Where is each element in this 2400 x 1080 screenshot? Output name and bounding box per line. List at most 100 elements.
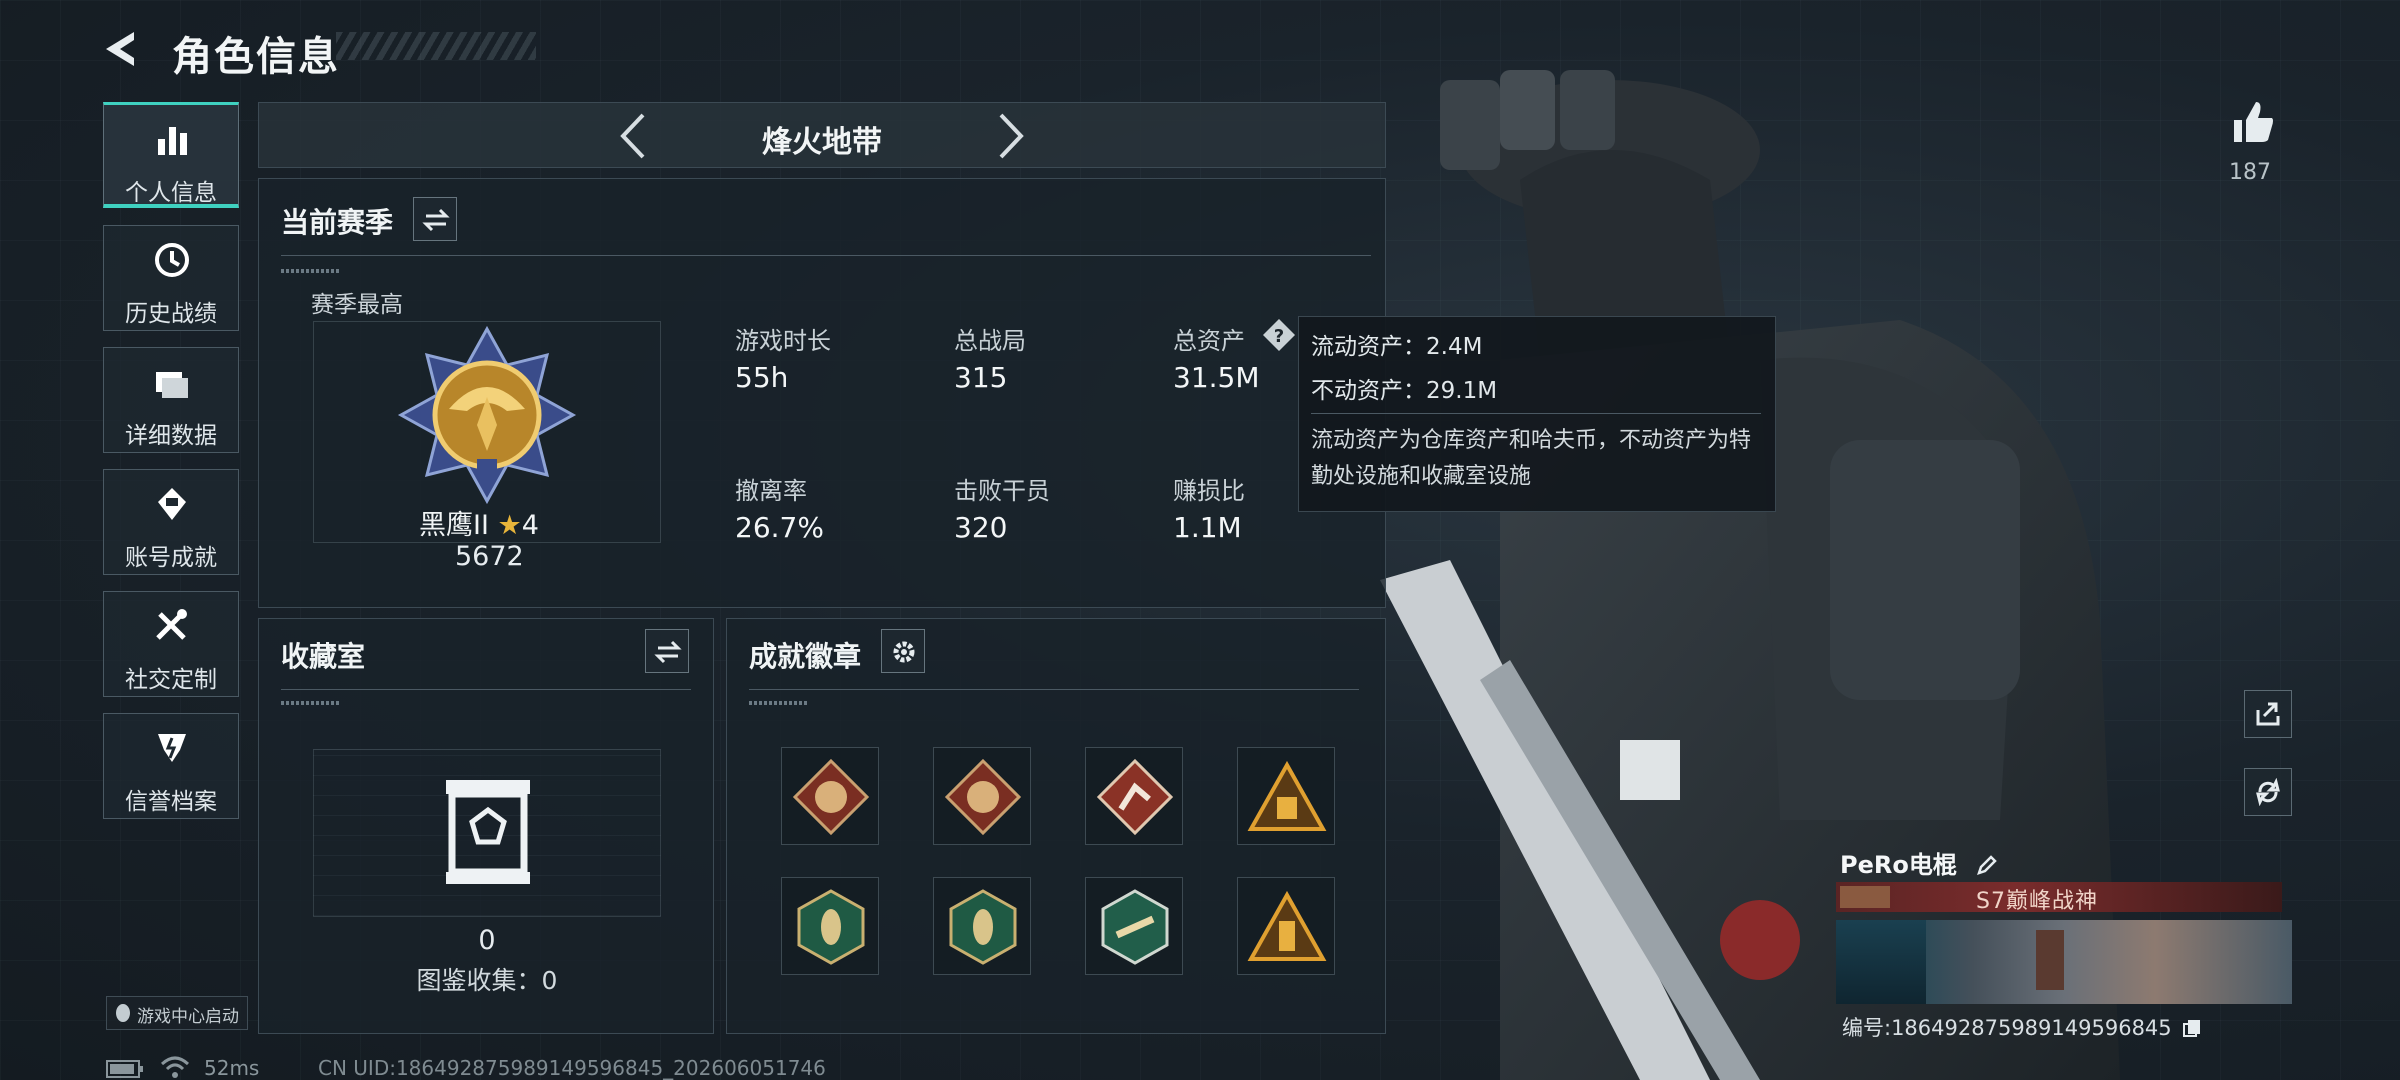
collection-heading: 收藏室 — [281, 640, 366, 673]
collection-display[interactable] — [313, 749, 661, 917]
collection-switch-button[interactable] — [645, 629, 689, 673]
share-icon — [2256, 702, 2280, 726]
season-best-label: 赛季最高 — [311, 292, 403, 318]
sidebar-item-label: 详细数据 — [125, 423, 217, 449]
back-arrow-icon[interactable] — [100, 28, 142, 70]
share-button[interactable] — [2244, 690, 2292, 738]
decor-mark — [281, 269, 341, 273]
refresh-icon — [2256, 778, 2280, 806]
rank-stars: 4 — [521, 510, 539, 541]
network-ping: 52ms — [204, 1056, 260, 1080]
sidebar-item-personal-info[interactable]: 个人信息 — [103, 102, 239, 208]
player-id: 编号:18649287598914959684​5 — [1842, 1012, 2202, 1042]
battery-icon — [106, 1060, 143, 1078]
stat-label-kills: 击败干员 — [954, 477, 1050, 505]
stat-value-total-assets: 31.5M — [1173, 361, 1260, 394]
edit-pencil-icon[interactable] — [1975, 853, 1999, 877]
tooltip-fixed-assets: 不动资产：29.1M — [1311, 378, 1498, 404]
sidebar-item-label: 账号成就 — [125, 545, 217, 571]
rank-name-text: 黑鹰II — [419, 510, 489, 541]
rank-emblem-icon — [397, 325, 577, 505]
copy-icon[interactable] — [2182, 1018, 2202, 1038]
badge-runner-red[interactable] — [1085, 747, 1183, 845]
sidebar-item-detail-data[interactable]: 详细数据 — [103, 347, 239, 453]
stat-label-total-assets: 总资产 — [1173, 327, 1245, 355]
star-icon: ★ — [497, 510, 522, 541]
next-mode-arrow-icon[interactable] — [995, 111, 1027, 161]
help-question-icon[interactable]: ? — [1261, 317, 1297, 353]
collection-panel: 收藏室 0 图鉴收集：0 — [258, 618, 714, 1034]
stat-value-escape-rate: 26.7% — [735, 511, 824, 544]
season-switch-button[interactable] — [413, 197, 457, 241]
decor-mark — [749, 701, 809, 705]
badge-wasp-green[interactable] — [933, 877, 1031, 975]
divider — [1311, 413, 1761, 414]
game-center-launch-button[interactable]: 游戏中心启动 — [106, 996, 248, 1030]
wifi-icon — [160, 1056, 190, 1078]
stat-value-total-matches: 315 — [954, 361, 1008, 394]
refresh-button[interactable] — [2244, 768, 2292, 816]
uid-text: CN UID:18649287598914959684​5_2026060517… — [318, 1056, 826, 1080]
divider — [281, 689, 691, 690]
player-title: S7巅峰战神 — [1976, 889, 2098, 914]
achievement-icon — [158, 488, 186, 520]
card-figure — [2036, 930, 2064, 990]
bar-chart-icon — [158, 127, 187, 155]
sidebar-item-label: 信誉档案 — [125, 789, 217, 815]
divider — [749, 689, 1359, 690]
folder-icon — [156, 372, 188, 398]
player-card-image[interactable] — [1836, 920, 2292, 1004]
stat-value-profit-ratio: 1.1M — [1173, 511, 1242, 544]
player-title-banner: S7巅峰战神 — [1836, 882, 2282, 914]
achievements-settings-button[interactable] — [881, 629, 925, 673]
collection-count: 0 — [478, 925, 496, 956]
achievements-heading: 成就徽章 — [749, 640, 862, 673]
sidebar-item-account-achievements[interactable]: 账号成就 — [103, 469, 239, 575]
mode-title: 烽火地带 — [762, 125, 882, 160]
badge-dragon-red[interactable] — [781, 747, 879, 845]
history-clock-icon — [155, 243, 189, 277]
catalog-collection: 图鉴收集：0 — [416, 966, 558, 995]
swap-arrows-icon — [422, 208, 450, 232]
mode-switcher: 烽火地带 — [258, 102, 1386, 168]
title-decoration — [336, 32, 536, 60]
stat-label-total-matches: 总战局 — [954, 327, 1026, 355]
sidebar-item-label: 个人信息 — [125, 180, 217, 206]
badge-dragon-red[interactable] — [933, 747, 1031, 845]
stat-value-play-time: 55h — [735, 361, 789, 394]
badge-trophy-gold[interactable] — [1237, 747, 1335, 845]
decor-mark — [281, 701, 341, 705]
sidebar-item-social-custom[interactable]: 社交定制 — [103, 591, 239, 697]
sidebar-item-history[interactable]: 历史战绩 — [103, 225, 239, 331]
player-name-text: PeRo电棍 — [1840, 851, 1957, 879]
svg-text:?: ? — [1274, 326, 1284, 347]
assets-tooltip: 流动资产：2.4M 不动资产：29.1M 流动资产为仓库资产和哈夫币，不动资产为… — [1298, 316, 1776, 512]
season-panel: 当前赛季 赛季最高 黑鹰II ★4 5672 游戏时长 55h 总战局 315 … — [258, 178, 1386, 608]
stat-label-play-time: 游戏时长 — [735, 327, 831, 355]
rank-score: 5672 — [455, 541, 524, 572]
rank-name: 黑鹰II ★4 — [419, 503, 539, 542]
sidebar-item-credit-record[interactable]: 信誉档案 — [103, 713, 239, 819]
badge-tower-gold[interactable] — [1237, 877, 1335, 975]
season-heading: 当前赛季 — [281, 206, 394, 239]
like-count: 187 — [2229, 160, 2271, 185]
sidebar-item-label: 历史战绩 — [125, 301, 217, 327]
tools-icon — [156, 609, 187, 640]
divider — [281, 255, 1371, 256]
card-thumbnail — [1836, 920, 1926, 1004]
tooltip-description: 流动资产为仓库资产和哈夫币，不动资产为特勤处设施和收藏室设施 — [1311, 428, 1752, 489]
badge-gun-green[interactable] — [1085, 877, 1183, 975]
stat-value-kills: 320 — [954, 511, 1008, 544]
thumbs-up-icon[interactable] — [2228, 98, 2276, 146]
sidebar-item-label: 社交定制 — [125, 667, 217, 693]
stat-label-escape-rate: 撤离率 — [735, 477, 807, 505]
badge-wasp-green[interactable] — [781, 877, 879, 975]
gear-icon — [893, 641, 915, 663]
display-case-icon — [446, 780, 530, 884]
title-emblem-icon — [1840, 886, 1890, 908]
tooltip-liquid-assets: 流动资产：2.4M — [1311, 334, 1483, 360]
player-name: PeRo电棍 — [1840, 845, 1999, 880]
stat-label-profit-ratio: 赚损比 — [1173, 477, 1245, 505]
swap-arrows-icon — [654, 640, 682, 664]
header: 角色信息 — [100, 20, 540, 80]
